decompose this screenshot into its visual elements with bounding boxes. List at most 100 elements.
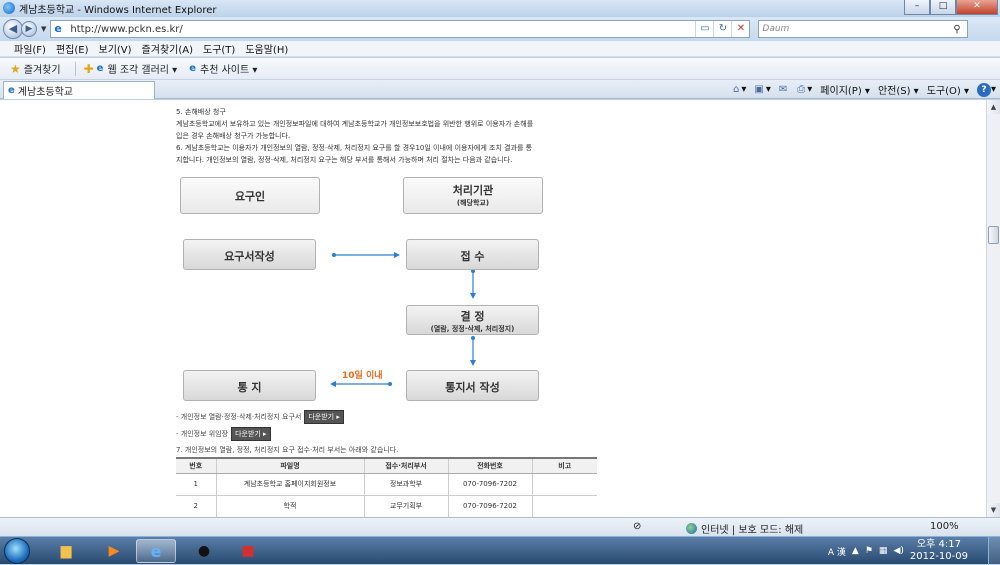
back-button[interactable]: ◀ [3,19,23,39]
feeds-button[interactable]: ▣ ▾ [754,84,770,95]
box-write-notice: 통지서 작성 [406,370,539,401]
menu-help[interactable]: 도움말(H) [245,41,288,56]
download-row-1: - 개인정보 열람·정정·삭제·처리정지 요구서 다운받기 ▸ [176,410,344,424]
clock-time: 오후 4:17 [916,539,961,550]
search-box[interactable]: Daum ⚲ [758,20,969,38]
cell-note [531,495,597,517]
box-decide: 결 정 (열람, 정정·삭제, 처리정지) [406,305,539,335]
ime-indicator[interactable]: A 漢 [828,545,846,558]
download-button-1[interactable]: 다운받기 ▸ [304,410,344,424]
compatibility-view-icon[interactable]: ▭ [695,21,713,37]
internet-zone-icon [686,523,697,534]
favorites-bar: ★ 즐겨찾기 ✚ e 웹 조각 갤러리 ▾ e 추천 사이트 ▾ [0,58,1000,80]
close-button[interactable]: ✕ [956,0,998,15]
process-flowchart: 요구인 처리기관 (해당학교) 요구서작성 접 수 결 정 (열람, 정정·삭제… [176,177,556,407]
help-button[interactable]: ? ▾ [976,82,996,97]
taskbar-media-player[interactable]: ▶ [94,539,134,563]
section5-text-1: 계남초등학교에서 보유하고 있는 개인정보파일에 대하여 계남초등학교가 개인정… [176,120,534,128]
privacy-report-icon[interactable]: ⊘ [633,521,641,532]
department-table: 번호 파일명 접수·처리부서 전화번호 비고 1 계남초등학교 홈페이지회원정보… [176,457,597,517]
suggested-sites-label: 추천 사이트 ▾ [200,65,258,76]
window-controls: – □ ✕ [904,0,998,15]
favorites-star-icon[interactable]: ★ [10,62,21,76]
box-notify: 통 지 [183,370,316,401]
scroll-thumb[interactable] [988,226,999,244]
taskbar-app-red[interactable]: ■ [228,539,268,563]
address-bar[interactable]: e http://www.pckn.es.kr/ ▭ ↻ ✕ [50,20,751,38]
show-desktop-button[interactable] [988,537,1000,565]
maximize-button[interactable]: □ [930,0,956,15]
box-receive: 접 수 [406,239,539,270]
taskbar-explorer[interactable]: ▆ [46,539,86,563]
web-slice-gallery-label: 웹 조각 갤러리 ▾ [107,65,178,76]
th-number: 번호 [176,457,216,474]
tools-menu[interactable]: 도구(O) ▾ [927,82,969,97]
download-button-2[interactable]: 다운받기 ▸ [231,427,271,441]
menu-tools[interactable]: 도구(T) [203,41,235,56]
taskbar-internet-explorer[interactable]: e [136,539,176,563]
add-favorite-icon[interactable]: ✚ [84,62,94,76]
flag-icon[interactable]: ⚑ [865,546,873,556]
security-zone[interactable]: 인터넷 | 보호 모드: 해제 [686,521,803,536]
scroll-down-arrow-icon[interactable]: ▼ [987,503,1000,517]
ie-page-icon: e [54,22,62,35]
favorites-button[interactable]: 즐겨찾기 [24,61,61,76]
home-button[interactable]: ⌂ ▾ [733,84,746,95]
page-viewport: 5. 손해배상 청구 계남초등학교에서 보유하고 있는 개인정보파일에 대하여 … [0,100,986,517]
menu-favorites[interactable]: 즐겨찾기(A) [142,41,193,56]
browser-tab[interactable]: e 계남초등학교 [3,81,155,99]
search-input[interactable]: Daum [762,24,953,34]
scroll-up-arrow-icon[interactable]: ▲ [987,100,1000,114]
minimize-button[interactable]: – [904,0,930,15]
stop-icon[interactable]: ✕ [731,21,749,37]
rss-icon: ▣ [754,84,764,95]
cell-department: 교무기획부 [363,495,448,517]
vertical-scrollbar[interactable]: ▲ ▼ [986,100,1000,517]
box-write-request-label: 요구서작성 [224,250,275,263]
ie-page-icon: e [189,63,196,74]
within-10-days-label: 10일 이내 [342,371,383,381]
windows-taskbar: ▆ ▶ e ● ■ A 漢 ▲ ⚑ ▦ ◀) 오후 4:17 2012-10-0… [0,536,1000,565]
volume-icon[interactable]: ◀) [893,546,903,556]
section5-text-2: 입은 경우 손해배상 청구가 가능합니다. [176,132,291,140]
download-row-2: - 개인정보 위임장 다운받기 ▸ [176,427,271,441]
refresh-icon[interactable]: ↻ [713,21,731,37]
network-icon[interactable]: ▦ [879,546,888,556]
menu-file[interactable]: 파일(F) [14,41,46,56]
zoom-level[interactable]: 100% [930,521,959,532]
menu-view[interactable]: 보기(V) [99,41,132,56]
system-tray: A 漢 ▲ ⚑ ▦ ◀) 오후 4:17 2012-10-09 [828,537,1000,565]
history-dropdown-icon[interactable]: ▼ [41,25,46,33]
th-department: 접수·처리부서 [363,457,448,474]
clock[interactable]: 오후 4:17 2012-10-09 [910,539,968,563]
show-hidden-icons[interactable]: ▲ [852,546,859,556]
table-row: 2 학적 교무기획부 070-7096-7202 [176,495,597,517]
tab-title: 계남초등학교 [17,87,73,98]
cell-phone: 070-7096-7202 [447,495,532,517]
menu-edit[interactable]: 편집(E) [56,41,89,56]
address-row: ◀ ▶ ▼ e http://www.pckn.es.kr/ ▭ ↻ ✕ Dau… [0,17,1000,41]
start-button[interactable] [4,538,30,564]
search-icon[interactable]: ⚲ [953,24,967,35]
section5-heading: 5. 손해배상 청구 [176,108,226,116]
security-zone-label: 인터넷 | 보호 모드: 해제 [701,525,804,536]
box-requester-label: 요구인 [234,190,266,203]
print-button[interactable]: ⎙ ▾ [797,84,812,95]
page-menu[interactable]: 페이지(P) ▾ [820,82,870,97]
red-app-icon: ■ [241,543,255,559]
suggested-sites[interactable]: e 추천 사이트 ▾ [189,61,257,76]
download-1-text: - 개인정보 열람·정정·삭제·처리정지 요구서 [176,413,302,421]
ie-page-icon: e [8,85,15,96]
cell-number: 1 [176,473,216,496]
ie-taskbar-icon: e [150,541,162,561]
folder-icon: ▆ [60,543,72,559]
taskbar-messenger[interactable]: ● [184,539,224,563]
th-note: 비고 [531,457,597,474]
safety-menu[interactable]: 안전(S) ▾ [878,82,919,97]
penguin-icon: ● [197,543,211,559]
media-player-icon: ▶ [108,543,120,559]
web-slice-gallery[interactable]: e 웹 조각 갤러리 ▾ [97,61,178,76]
forward-button[interactable]: ▶ [21,21,37,37]
address-url[interactable]: http://www.pckn.es.kr/ [70,24,695,35]
mail-button[interactable]: ✉ [779,84,789,95]
